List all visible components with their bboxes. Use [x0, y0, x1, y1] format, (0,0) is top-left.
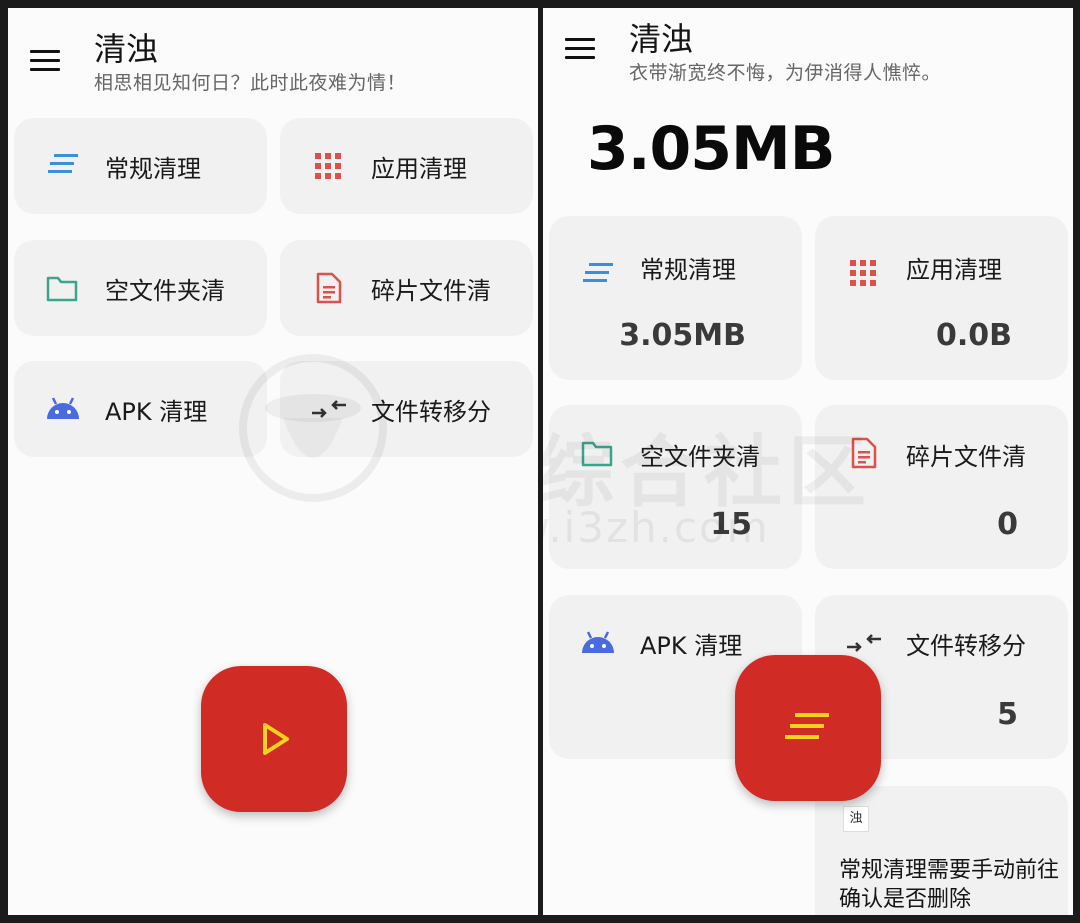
card-regular-clean[interactable]: 常规清理 3.05MB — [549, 216, 802, 380]
transfer-icon — [312, 400, 346, 418]
card-value: 5 — [997, 697, 1018, 732]
app-subtitle: 相思相见知何日？此时此夜难为情！ — [94, 72, 407, 94]
app-title: 清浊 — [94, 30, 159, 68]
card-file-transfer[interactable]: 文件转移分 — [280, 361, 533, 457]
card-label: 应用清理 — [906, 256, 1002, 284]
card-empty-folder-clean[interactable]: 空文件夹清 — [14, 240, 267, 336]
android-icon — [47, 397, 79, 419]
card-regular-clean[interactable]: 常规清理 — [14, 118, 267, 214]
card-value: 0 — [997, 507, 1018, 542]
folder-icon — [581, 441, 613, 467]
card-label: 碎片文件清 — [906, 443, 1026, 471]
card-label: 空文件夹清 — [640, 443, 760, 471]
card-app-clean[interactable]: 应用清理 0.0B — [815, 216, 1068, 380]
play-icon — [263, 723, 289, 755]
card-label: 应用清理 — [371, 155, 467, 183]
total-size: 3.05MB — [587, 114, 835, 184]
grid-icon — [315, 153, 341, 179]
card-value: 3.05MB — [619, 318, 746, 353]
document-icon — [316, 272, 342, 304]
app-title: 清浊 — [629, 20, 694, 58]
card-label: 碎片文件清 — [371, 277, 491, 305]
notice-card: 浊 常规清理需要手动前往确认是否删除 — [815, 786, 1068, 915]
grid-icon — [850, 260, 876, 286]
card-app-clean[interactable]: 应用清理 — [280, 118, 533, 214]
card-fragment-file-clean[interactable]: 碎片文件清 0 — [815, 405, 1068, 569]
document-icon — [851, 437, 877, 469]
card-value: 15 — [710, 507, 752, 542]
card-apk-clean[interactable]: APK 清理 — [14, 361, 267, 457]
card-label: 常规清理 — [105, 155, 201, 183]
card-fragment-file-clean[interactable]: 碎片文件清 — [280, 240, 533, 336]
folder-icon — [46, 276, 78, 302]
card-label: APK 清理 — [640, 632, 743, 660]
card-label: 文件转移分 — [906, 632, 1026, 660]
transfer-icon — [847, 634, 881, 652]
start-clean-button[interactable] — [201, 666, 347, 812]
menu-icon[interactable] — [565, 38, 595, 60]
card-label: 空文件夹清 — [105, 277, 225, 305]
app-logo-icon: 浊 — [843, 806, 869, 832]
notice-text: 常规清理需要手动前往确认是否删除 — [839, 858, 1060, 912]
app-subtitle: 衣带渐宽终不悔，为伊消得人憔悴。 — [629, 62, 942, 84]
card-label: 文件转移分 — [371, 398, 491, 426]
right-screen: 清浊 衣带渐宽终不悔，为伊消得人憔悴。 3.05MB 常规清理 3.05MB 应… — [543, 8, 1073, 915]
card-empty-folder-clean[interactable]: 空文件夹清 15 — [549, 405, 802, 569]
lines-icon — [48, 154, 78, 173]
android-icon — [582, 631, 614, 653]
lines-icon — [583, 263, 613, 282]
card-label: APK 清理 — [105, 398, 208, 426]
card-value: 0.0B — [935, 318, 1012, 353]
lines-icon — [785, 713, 829, 739]
card-label: 常规清理 — [640, 256, 736, 284]
menu-icon[interactable] — [30, 50, 60, 72]
left-screen: 清浊 相思相见知何日？此时此夜难为情！ 常规清理 应用清理 空文件夹清 碎片文件… — [8, 8, 538, 915]
clean-now-button[interactable] — [735, 655, 881, 801]
